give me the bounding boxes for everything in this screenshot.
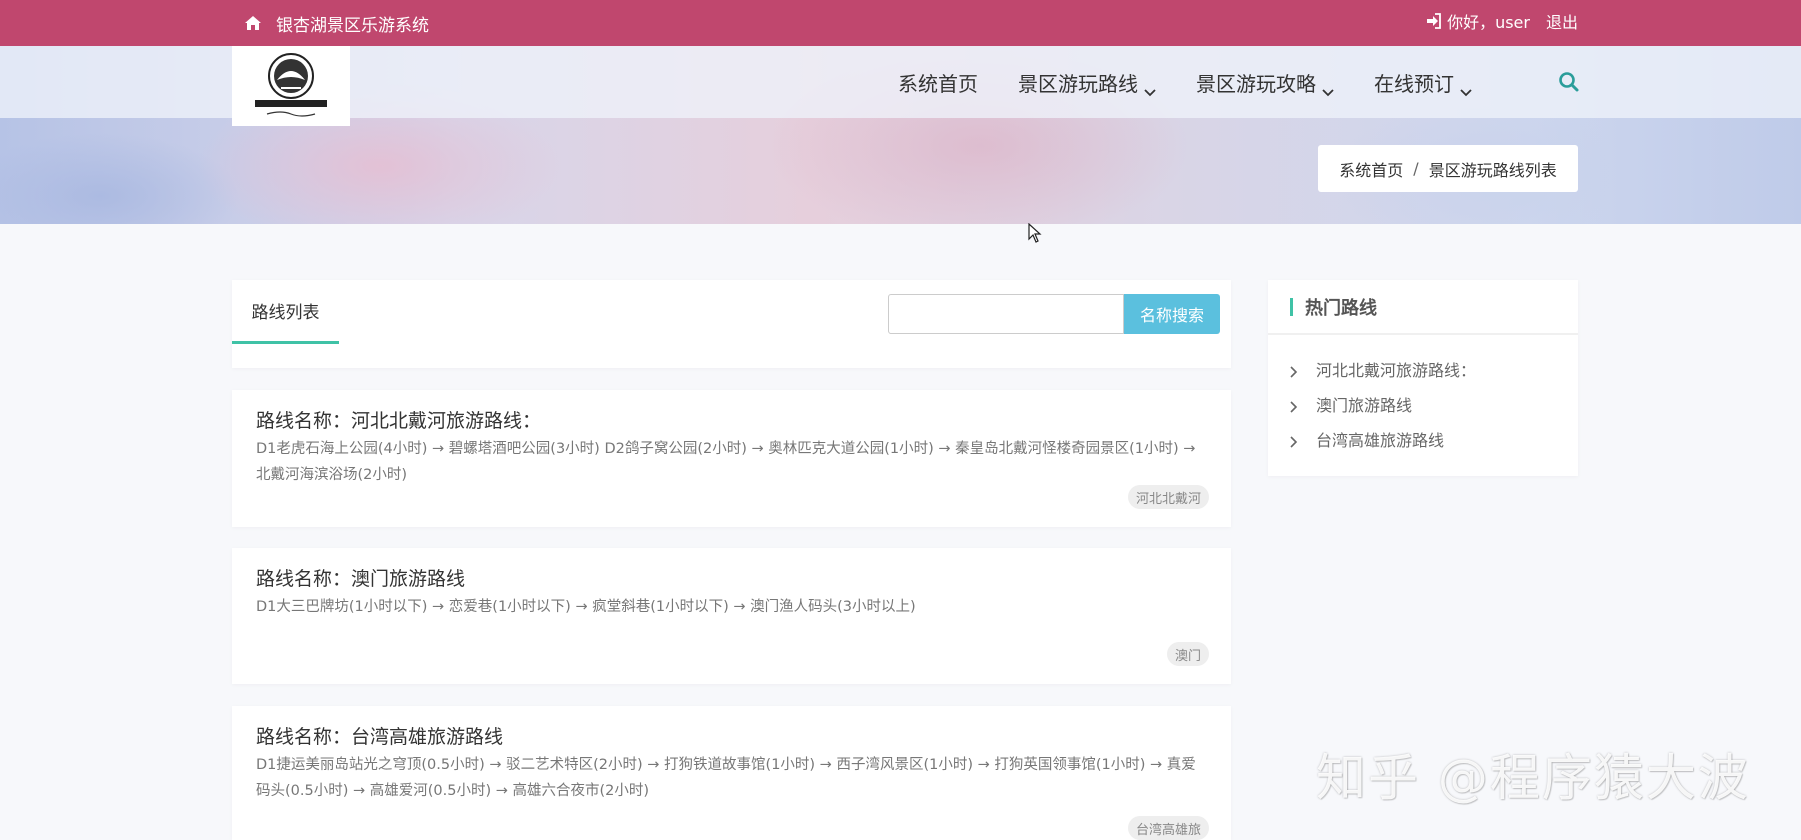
- logo-emblem-icon: [255, 53, 327, 117]
- user-greeting: 你好，user: [1447, 13, 1530, 32]
- nav-item-booking[interactable]: 在线预订: [1374, 68, 1472, 97]
- chevron-right-icon: [1290, 433, 1298, 448]
- route-description: D1老虎石海上公园(4小时) → 碧螺塔酒吧公园(3小时) D2鸽子窝公园(2小…: [256, 441, 1196, 483]
- nav-item-label: 景区游玩路线: [1018, 71, 1138, 96]
- route-card[interactable]: 路线名称：台湾高雄旅游路线 D1捷运美丽岛站光之穹顶(0.5小时) → 驳二艺术…: [232, 706, 1231, 840]
- chevron-right-icon: [1290, 398, 1298, 413]
- route-card[interactable]: 路线名称：澳门旅游路线 D1大三巴牌坊(1小时以下) → 恋爱巷(1小时以下) …: [232, 548, 1231, 684]
- chevron-down-icon: [1460, 78, 1472, 97]
- breadcrumb: 系统首页 / 景区游玩路线列表: [1318, 145, 1578, 192]
- popular-route-label: 台湾高雄旅游路线: [1316, 430, 1445, 450]
- sidebar-header: 热门路线: [1268, 280, 1578, 335]
- route-description: D1大三巴牌坊(1小时以下) → 恋爱巷(1小时以下) → 疯堂斜巷(1小时以下…: [256, 599, 916, 615]
- site-title: 银杏湖景区乐游系统: [276, 15, 429, 36]
- breadcrumb-separator: /: [1413, 159, 1419, 178]
- user-area: 你好，user 退出: [1425, 0, 1578, 42]
- route-list-header: 路线列表 名称搜索: [232, 280, 1231, 368]
- nav-menu: 系统首页 景区游玩路线 景区游玩攻略 在线预订: [898, 46, 1512, 118]
- name-search-button[interactable]: 名称搜索: [1124, 294, 1220, 334]
- mouse-cursor-icon: [1028, 222, 1042, 243]
- popular-routes-list: 河北北戴河旅游路线： 澳门旅游路线 台湾高雄旅游路线: [1268, 335, 1578, 456]
- sidebar-accent-bar: [1290, 297, 1293, 316]
- breadcrumb-home[interactable]: 系统首页: [1339, 157, 1403, 181]
- popular-routes-sidebar: 热门路线 河北北戴河旅游路线： 澳门旅游路线 台湾高雄旅游路线: [1268, 280, 1578, 476]
- search-icon[interactable]: [1558, 71, 1580, 93]
- route-description: D1捷运美丽岛站光之穹顶(0.5小时) → 驳二艺术特区(2小时) → 打狗铁道…: [256, 757, 1196, 799]
- popular-route-item[interactable]: 澳门旅游路线: [1268, 386, 1578, 421]
- top-bar: 银杏湖景区乐游系统 你好，user 退出: [0, 0, 1801, 46]
- popular-route-item[interactable]: 台湾高雄旅游路线: [1268, 421, 1578, 456]
- watermark: 知乎 @程序猿大波: [1316, 749, 1750, 807]
- nav-item-label: 在线预订: [1374, 71, 1454, 96]
- route-tag[interactable]: 澳门: [1166, 642, 1209, 666]
- breadcrumb-current: 景区游玩路线列表: [1428, 160, 1557, 180]
- nav-item-label: 景区游玩攻略: [1196, 71, 1316, 96]
- route-card[interactable]: 路线名称：河北北戴河旅游路线： D1老虎石海上公园(4小时) → 碧螺塔酒吧公园…: [232, 390, 1231, 527]
- tab-route-list[interactable]: 路线列表: [232, 280, 339, 344]
- route-title[interactable]: 路线名称：河北北戴河旅游路线：: [256, 406, 541, 433]
- nav-item-home[interactable]: 系统首页: [898, 68, 978, 97]
- nav-item-guides[interactable]: 景区游玩攻略: [1196, 68, 1334, 97]
- popular-route-item[interactable]: 河北北戴河旅游路线：: [1268, 351, 1578, 386]
- popular-route-label: 澳门旅游路线: [1316, 395, 1413, 415]
- chevron-right-icon: [1290, 363, 1298, 378]
- chevron-down-icon: [1144, 78, 1156, 97]
- nav-item-routes[interactable]: 景区游玩路线: [1018, 68, 1156, 97]
- route-title[interactable]: 路线名称：台湾高雄旅游路线: [256, 722, 503, 749]
- sidebar-title: 热门路线: [1305, 297, 1377, 319]
- search-input[interactable]: [888, 294, 1124, 334]
- logo[interactable]: [232, 46, 350, 126]
- logout-link[interactable]: 退出: [1546, 9, 1578, 33]
- nav-item-label: 系统首页: [898, 71, 978, 96]
- route-tag[interactable]: 台湾高雄旅: [1127, 816, 1209, 840]
- login-icon: [1425, 13, 1441, 29]
- site-title-area[interactable]: 银杏湖景区乐游系统: [244, 0, 429, 46]
- route-title[interactable]: 路线名称：澳门旅游路线: [256, 564, 465, 591]
- chevron-down-icon: [1322, 78, 1334, 97]
- home-icon: [244, 15, 262, 31]
- route-tag[interactable]: 河北北戴河: [1127, 485, 1209, 509]
- popular-route-label: 河北北戴河旅游路线：: [1316, 360, 1477, 380]
